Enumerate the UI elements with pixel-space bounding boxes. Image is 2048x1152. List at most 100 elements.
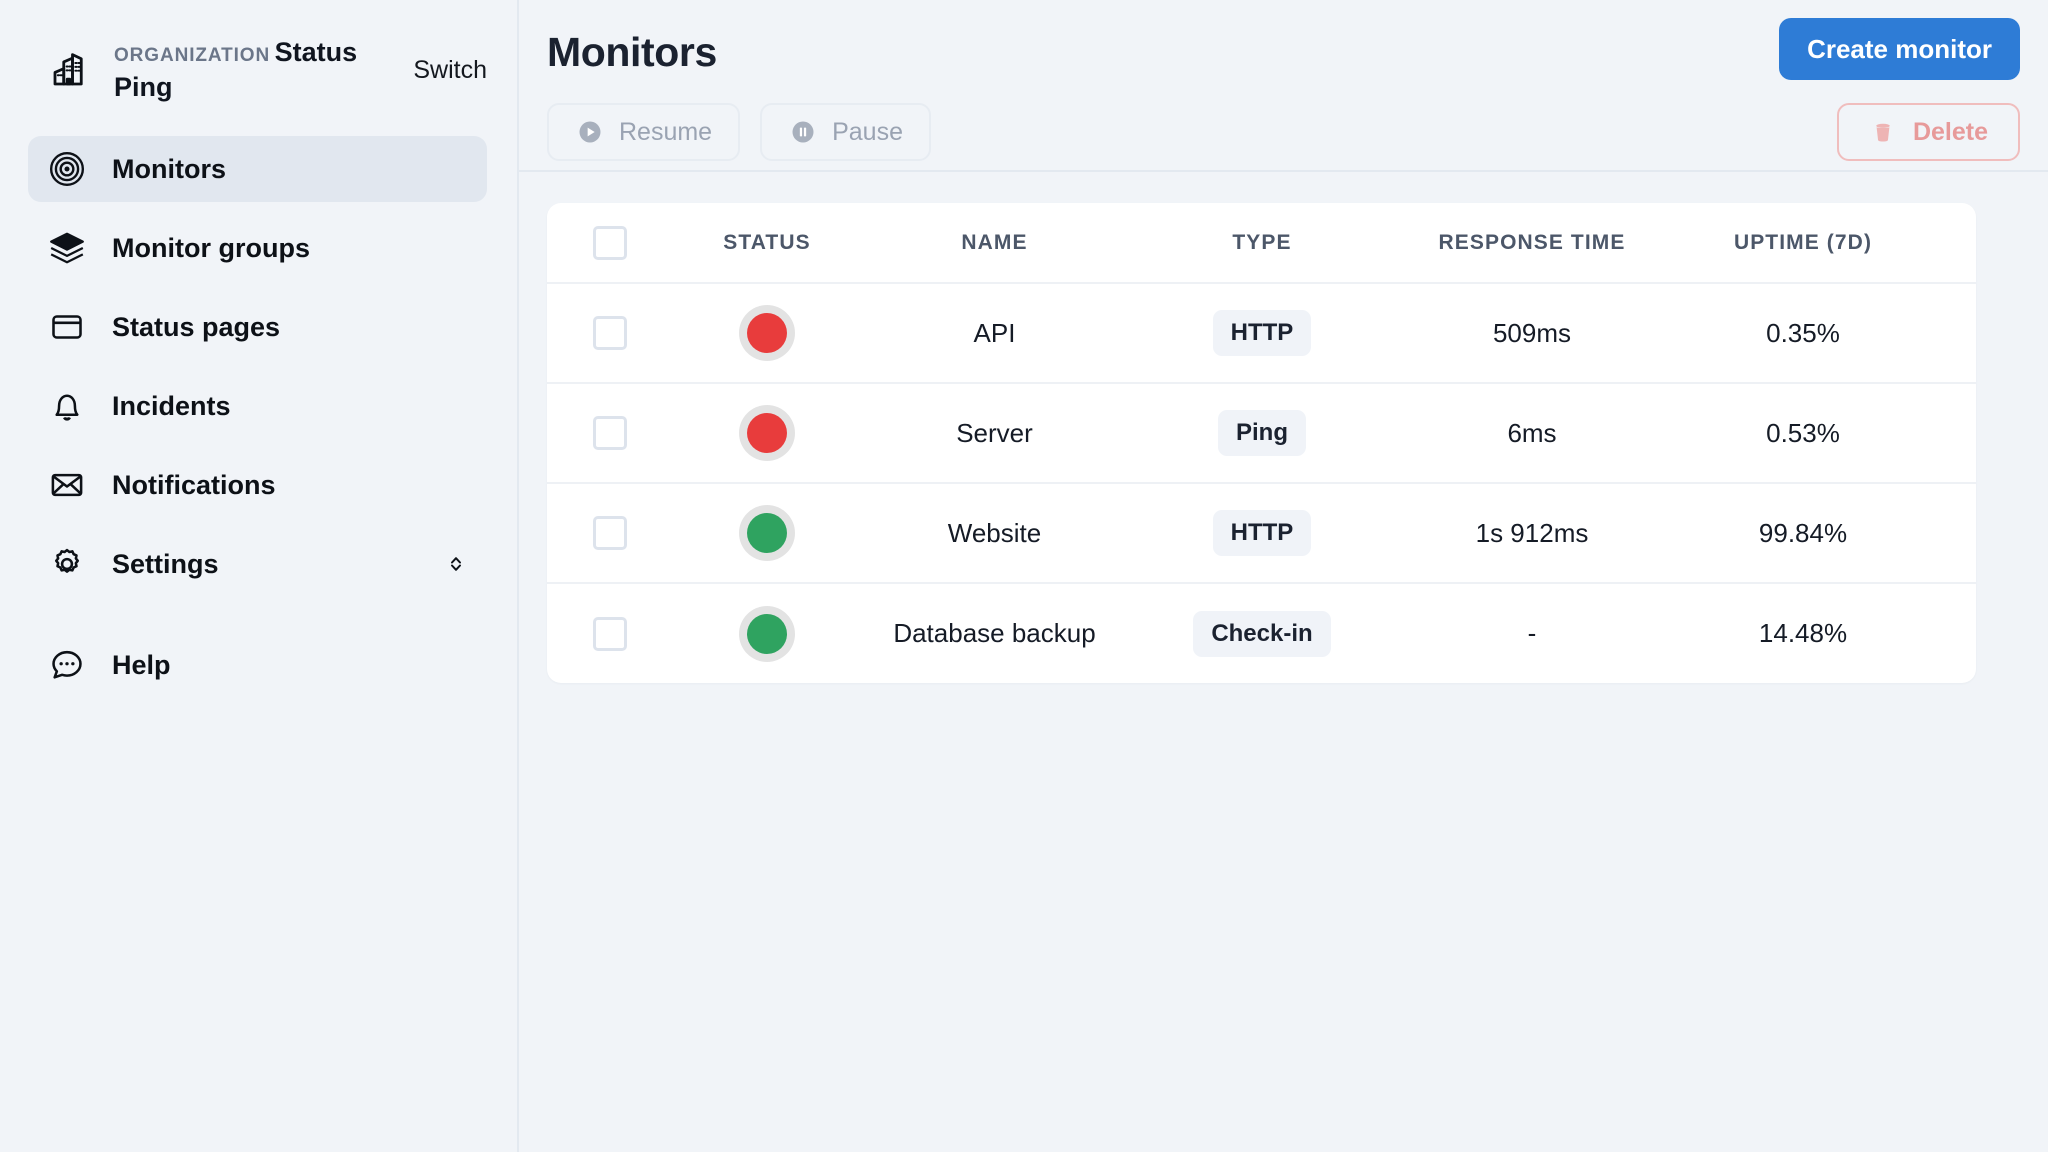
column-header-name: NAME <box>862 203 1127 284</box>
row-name: Database backup <box>893 618 1096 648</box>
resume-label: Resume <box>619 117 713 146</box>
target-icon <box>46 148 88 190</box>
organization-switcher[interactable]: ORGANIZATION Status Ping Switch <box>0 28 517 112</box>
status-indicator-down <box>739 305 795 361</box>
pause-label: Pause <box>832 117 903 146</box>
row-name: Server <box>956 417 1033 448</box>
row-action-cell <box>1939 383 1976 483</box>
row-select-cell <box>547 483 672 583</box>
type-badge: HTTP <box>1212 510 1312 556</box>
column-header-actions <box>1939 203 1976 284</box>
column-header-status: STATUS <box>672 203 862 284</box>
app-root: ORGANIZATION Status Ping Switch Monitors <box>0 0 2048 1152</box>
row-response-time: - <box>1527 618 1537 648</box>
row-select-cell <box>547 383 672 483</box>
sidebar: ORGANIZATION Status Ping Switch Monitors <box>0 0 519 1152</box>
bell-icon <box>46 385 88 427</box>
table-body: API HTTP 509ms 0.35% Server Ping 6ms 0.5… <box>547 283 1976 683</box>
sidebar-item-label: Incidents <box>112 390 231 421</box>
row-checkbox[interactable] <box>592 416 627 450</box>
type-badge: HTTP <box>1212 310 1312 356</box>
delete-label: Delete <box>1912 117 1988 146</box>
sidebar-nav: Monitors Monitor groups Status pages Inc… <box>0 136 517 698</box>
row-checkbox[interactable] <box>592 616 627 651</box>
row-response-time: 6ms <box>1507 417 1557 448</box>
chat-bubble-icon <box>46 644 88 686</box>
row-name: Website <box>947 517 1042 548</box>
status-dot <box>747 413 787 453</box>
create-monitor-button[interactable]: Create monitor <box>1779 18 2020 80</box>
sidebar-item-label: Status pages <box>112 311 281 342</box>
monitors-table-wrapper: STATUS NAME TYPE RESPONSE TIME UPTIME (7… <box>519 172 2048 683</box>
sidebar-item-settings[interactable]: Settings <box>28 531 487 597</box>
pause-button[interactable]: Pause <box>760 103 931 161</box>
sidebar-item-label: Monitors <box>112 153 226 184</box>
table-header-row: STATUS NAME TYPE RESPONSE TIME UPTIME (7… <box>547 203 1976 284</box>
select-all-checkbox[interactable] <box>592 225 627 260</box>
switch-organization-button[interactable]: Switch <box>403 56 487 85</box>
row-type-cell: HTTP <box>1127 483 1397 583</box>
sidebar-item-notifications[interactable]: Notifications <box>28 452 487 518</box>
table-row[interactable]: Server Ping 6ms 0.53% <box>547 383 1976 483</box>
play-circle-icon <box>575 117 605 147</box>
sidebar-item-monitor-groups[interactable]: Monitor groups <box>28 215 487 281</box>
sidebar-item-monitors[interactable]: Monitors <box>28 136 487 202</box>
table-row[interactable]: Website HTTP 1s 912ms 99.84% <box>547 483 1976 583</box>
row-checkbox[interactable] <box>592 516 627 550</box>
row-type-cell: HTTP <box>1127 283 1397 383</box>
row-action-cell <box>1939 483 1976 583</box>
row-uptime: 0.53% <box>1766 417 1840 448</box>
page-title: Monitors <box>547 29 717 75</box>
sidebar-item-help[interactable]: Help <box>28 632 487 698</box>
column-header-type: TYPE <box>1127 203 1397 284</box>
gear-icon <box>46 543 88 585</box>
toolbar-left-group: Resume Pause <box>547 103 931 161</box>
status-indicator-down <box>739 405 795 461</box>
monitors-table: STATUS NAME TYPE RESPONSE TIME UPTIME (7… <box>547 203 1976 683</box>
page-header: Monitors Create monitor <box>519 0 2048 94</box>
status-dot <box>747 513 787 553</box>
column-header-response-time: RESPONSE TIME <box>1397 203 1667 284</box>
status-dot <box>747 313 787 353</box>
monitors-card: STATUS NAME TYPE RESPONSE TIME UPTIME (7… <box>547 203 1976 683</box>
sidebar-item-incidents[interactable]: Incidents <box>28 373 487 439</box>
envelope-icon <box>46 464 88 506</box>
buildings-icon <box>46 47 92 93</box>
window-icon <box>46 306 88 348</box>
main-content: Monitors Create monitor Resume Pause Del… <box>519 0 2048 1152</box>
row-select-cell <box>547 583 672 683</box>
row-uptime: 0.35% <box>1766 317 1840 348</box>
row-select-cell <box>547 283 672 383</box>
type-badge: Check-in <box>1193 610 1331 657</box>
delete-button[interactable]: Delete <box>1836 103 2020 161</box>
row-status-cell <box>672 583 862 683</box>
row-type-cell: Check-in <box>1127 583 1397 683</box>
bulk-action-toolbar: Resume Pause Delete <box>519 94 2048 172</box>
sidebar-item-label: Notifications <box>112 469 276 500</box>
pause-circle-icon <box>788 117 818 147</box>
status-indicator-up <box>739 605 795 662</box>
column-header-uptime: UPTIME (7D) <box>1667 203 1939 284</box>
organization-text: ORGANIZATION Status Ping <box>114 35 381 105</box>
row-response-time: 509ms <box>1492 317 1572 348</box>
row-name: API <box>973 317 1016 348</box>
status-indicator-up <box>739 505 795 561</box>
chevron-up-down-icon <box>443 551 469 577</box>
row-uptime: 14.48% <box>1758 618 1848 648</box>
row-status-cell <box>672 283 862 383</box>
row-status-cell <box>672 383 862 483</box>
row-uptime: 99.84% <box>1758 517 1848 548</box>
sidebar-item-label: Help <box>112 649 171 680</box>
sidebar-item-status-pages[interactable]: Status pages <box>28 294 487 360</box>
layers-icon <box>46 227 88 269</box>
sidebar-item-label: Settings <box>112 548 219 579</box>
table-row[interactable]: API HTTP 509ms 0.35% <box>547 283 1976 383</box>
sidebar-item-label: Monitor groups <box>112 232 310 263</box>
status-dot <box>747 613 787 654</box>
row-type-cell: Ping <box>1127 383 1397 483</box>
row-action-cell <box>1939 583 1976 683</box>
row-checkbox[interactable] <box>592 316 627 350</box>
resume-button[interactable]: Resume <box>547 103 741 161</box>
table-row[interactable]: Database backup Check-in - 14.48% <box>547 583 1976 683</box>
